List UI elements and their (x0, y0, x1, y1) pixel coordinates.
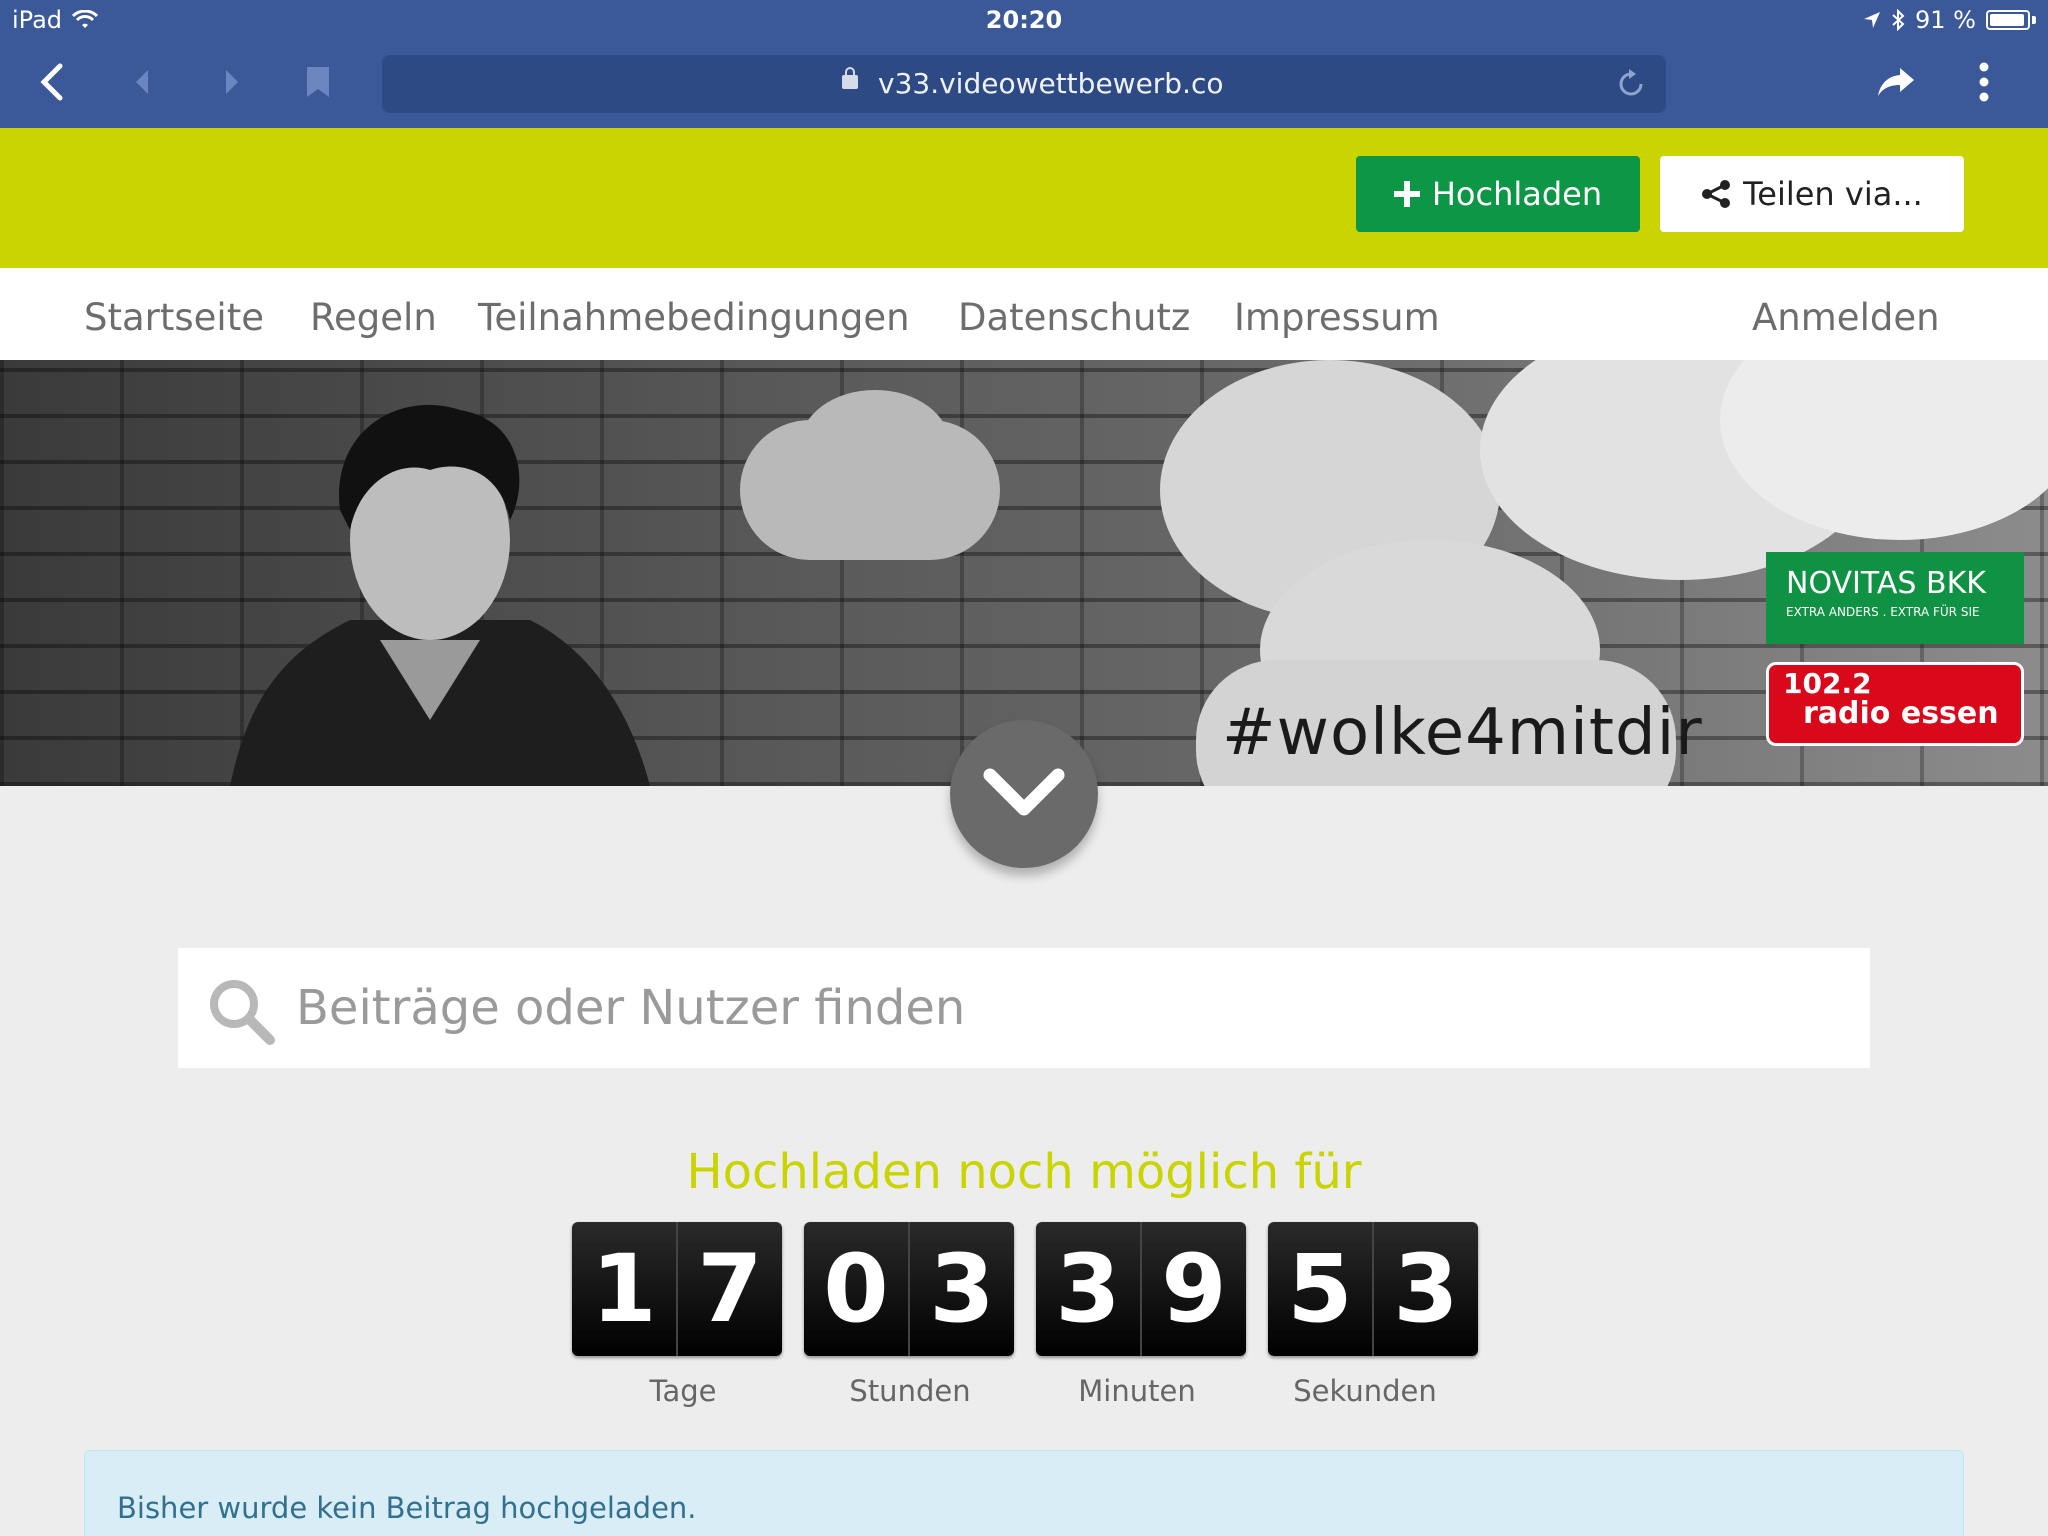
countdown-label-minutes: Minuten (1078, 1374, 1196, 1408)
countdown-title: Hochladen noch möglich für (686, 1144, 1362, 1200)
url-text: v33.videowettbewerb.co (878, 67, 1224, 100)
upload-button-label: Hochladen (1431, 175, 1603, 213)
status-time: 20:20 (985, 6, 1063, 34)
lock-icon (842, 67, 858, 89)
nav-impressum[interactable]: Impressum (1234, 296, 1440, 339)
countdown-label-days: Tage (649, 1374, 717, 1408)
battery-percent: 91 % (1915, 6, 1976, 34)
browser-toolbar: v33.videowettbewerb.co (0, 52, 2048, 114)
previous-icon[interactable] (120, 60, 164, 104)
sponsor-name: NOVITAS BKK (1786, 566, 1986, 601)
bluetooth-icon (1892, 9, 1905, 31)
url-bar[interactable]: v33.videowettbewerb.co (382, 55, 1666, 113)
countdown-seconds: 5 3 (1268, 1222, 1478, 1356)
sponsor-logo-novitas: NOVITAS BKK EXTRA ANDERS . EXTRA FÜR SIE (1766, 552, 2024, 644)
reload-icon[interactable] (1614, 67, 1648, 101)
site-header: Hochladen Teilen via... (0, 128, 2048, 268)
bookmark-icon[interactable] (296, 60, 340, 104)
countdown-minutes: 3 9 (1036, 1222, 1246, 1356)
search-box (178, 948, 1870, 1068)
location-icon (1864, 12, 1881, 28)
radio-frequency: 102.2 (1783, 667, 1872, 700)
countdown-days: 1 7 (572, 1222, 782, 1356)
nav-startseite[interactable]: Startseite (84, 296, 264, 339)
person-photo (230, 404, 650, 786)
more-menu-icon[interactable] (1962, 60, 2006, 104)
countdown-digit: 3 (1372, 1222, 1478, 1356)
share-button-label: Teilen via... (1743, 175, 1923, 213)
chevron-down-icon (983, 768, 1065, 816)
share-via-button[interactable]: Teilen via... (1660, 156, 1964, 232)
nav-datenschutz[interactable]: Datenschutz (958, 296, 1190, 339)
countdown-digit: 5 (1287, 1234, 1353, 1344)
nav-regeln[interactable]: Regeln (310, 296, 437, 339)
share-nodes-icon (1702, 180, 1731, 208)
browser-bar: iPad 20:20 91 % v33.videowettbewerb.co (0, 0, 2048, 128)
countdown-digit: 1 (591, 1234, 657, 1344)
cloud-shape (800, 390, 950, 500)
countdown-digit: 3 (908, 1222, 1014, 1356)
radio-name: radio essen (1803, 696, 1999, 731)
nav-login[interactable]: Anmelden (1752, 296, 1940, 339)
countdown-digit: 3 (1055, 1234, 1121, 1344)
countdown-hours: 0 3 (804, 1222, 1014, 1356)
scroll-down-button[interactable] (950, 720, 1098, 868)
countdown-digit: 0 (823, 1234, 889, 1344)
info-alert-text: Bisher wurde kein Beitrag hochgeladen. (117, 1491, 697, 1525)
countdown-digit: 9 (1140, 1222, 1246, 1356)
back-icon[interactable] (30, 60, 74, 104)
countdown-digit: 7 (676, 1222, 782, 1356)
forward-icon[interactable] (210, 60, 254, 104)
status-bar: iPad 20:20 91 % (0, 0, 2048, 40)
search-icon (210, 980, 275, 1045)
main-navigation: Startseite Regeln Teilnahmebedingungen D… (0, 268, 2048, 360)
nav-teilnahmebedingungen[interactable]: Teilnahmebedingungen (478, 296, 910, 339)
search-input[interactable] (296, 948, 1856, 1068)
countdown-label-seconds: Sekunden (1293, 1374, 1437, 1408)
battery-icon (1986, 10, 2030, 30)
sponsor-logo-radio: 102.2 radio essen (1766, 662, 2024, 746)
countdown-label-hours: Stunden (849, 1374, 971, 1408)
upload-button[interactable]: Hochladen (1356, 156, 1640, 232)
share-icon[interactable] (1874, 60, 1918, 104)
plus-icon (1393, 181, 1420, 207)
sponsor-tagline: EXTRA ANDERS . EXTRA FÜR SIE (1786, 605, 1980, 619)
campaign-hashtag: #wolke4mitdir (1222, 696, 1703, 770)
info-alert: Bisher wurde kein Beitrag hochgeladen. (84, 1450, 1964, 1536)
